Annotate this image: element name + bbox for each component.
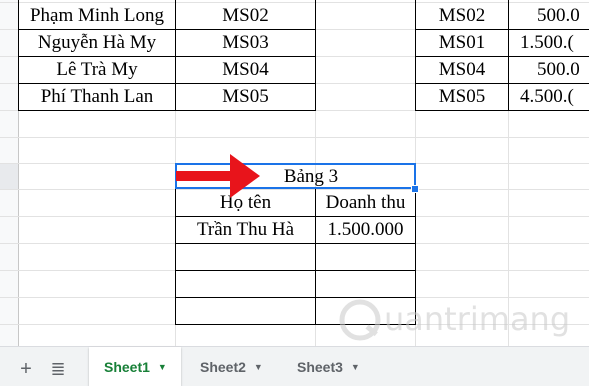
table3-revenue-cell[interactable]: [316, 244, 415, 270]
watermark-text: uantrimang: [384, 300, 571, 338]
tab-label: Sheet1: [104, 358, 150, 375]
table2-amount-cell[interactable]: 500.0: [509, 56, 589, 83]
table3-header-revenue[interactable]: Doanh thu: [316, 190, 415, 216]
row-header-strip[interactable]: [0, 0, 19, 346]
table1-code-cell[interactable]: MS05: [176, 83, 315, 110]
table1-name-cell[interactable]: Phí Thanh Lan: [19, 83, 175, 110]
table2-code-cell[interactable]: MS02: [416, 2, 508, 29]
table1-name-cell[interactable]: Lê Trà My: [19, 56, 175, 83]
tab-sheet3[interactable]: Sheet3 ▼: [283, 347, 375, 386]
table1-code-cell[interactable]: MS03: [176, 29, 315, 56]
tab-sheet1[interactable]: Sheet1 ▼: [89, 347, 181, 386]
all-sheets-icon[interactable]: ≣: [46, 357, 70, 381]
table2-amount-cell[interactable]: 1.500.(: [509, 29, 589, 56]
table2-code-cell[interactable]: MS04: [416, 56, 508, 83]
table3-revenue-cell[interactable]: 1.500.000: [316, 217, 415, 243]
table2-amount-cell[interactable]: 500.0: [509, 2, 589, 29]
caret-down-icon[interactable]: ▼: [254, 362, 263, 372]
table3-name-cell[interactable]: [176, 298, 315, 324]
table2-border: [415, 110, 589, 111]
table3-name-cell[interactable]: [176, 244, 315, 270]
tab-sheet2[interactable]: Sheet2 ▼: [186, 347, 278, 386]
caret-down-icon[interactable]: ▼: [351, 362, 360, 372]
plus-icon[interactable]: +: [14, 357, 38, 381]
sheet-tab-bar: + ≣ Sheet1 ▼ Sheet2 ▼ Sheet3 ▼: [0, 346, 589, 386]
selected-row-header[interactable]: [0, 164, 18, 189]
table1-name-cell[interactable]: Nguyễn Hà My: [19, 29, 175, 56]
table1-border: [315, 0, 316, 110]
table2-code-cell[interactable]: MS01: [416, 29, 508, 56]
table3-name-cell[interactable]: Trần Thu Hà: [176, 217, 315, 243]
caret-down-icon[interactable]: ▼: [158, 362, 167, 372]
table2-amount-cell[interactable]: 4.500.(: [509, 83, 589, 110]
watermark-logo: uantrimang: [338, 296, 571, 344]
table2-code-cell[interactable]: MS05: [416, 83, 508, 110]
table1-name-cell[interactable]: Phạm Minh Long: [19, 2, 175, 29]
table1-code-cell[interactable]: MS02: [176, 2, 315, 29]
fill-handle[interactable]: [411, 185, 419, 193]
gridline: [0, 137, 589, 138]
tab-label: Sheet3: [297, 358, 343, 375]
table1-code-cell[interactable]: MS04: [176, 56, 315, 83]
table1-border: [18, 110, 316, 111]
table3-name-cell[interactable]: [176, 271, 315, 297]
watermark-q-icon: [339, 299, 381, 341]
table3-revenue-cell[interactable]: [316, 271, 415, 297]
spreadsheet-grid[interactable]: Phạm Minh Long MS02 Nguyễn Hà My MS03 Lê…: [0, 0, 589, 346]
tab-label: Sheet2: [200, 358, 246, 375]
red-arrow-icon: [176, 154, 260, 198]
